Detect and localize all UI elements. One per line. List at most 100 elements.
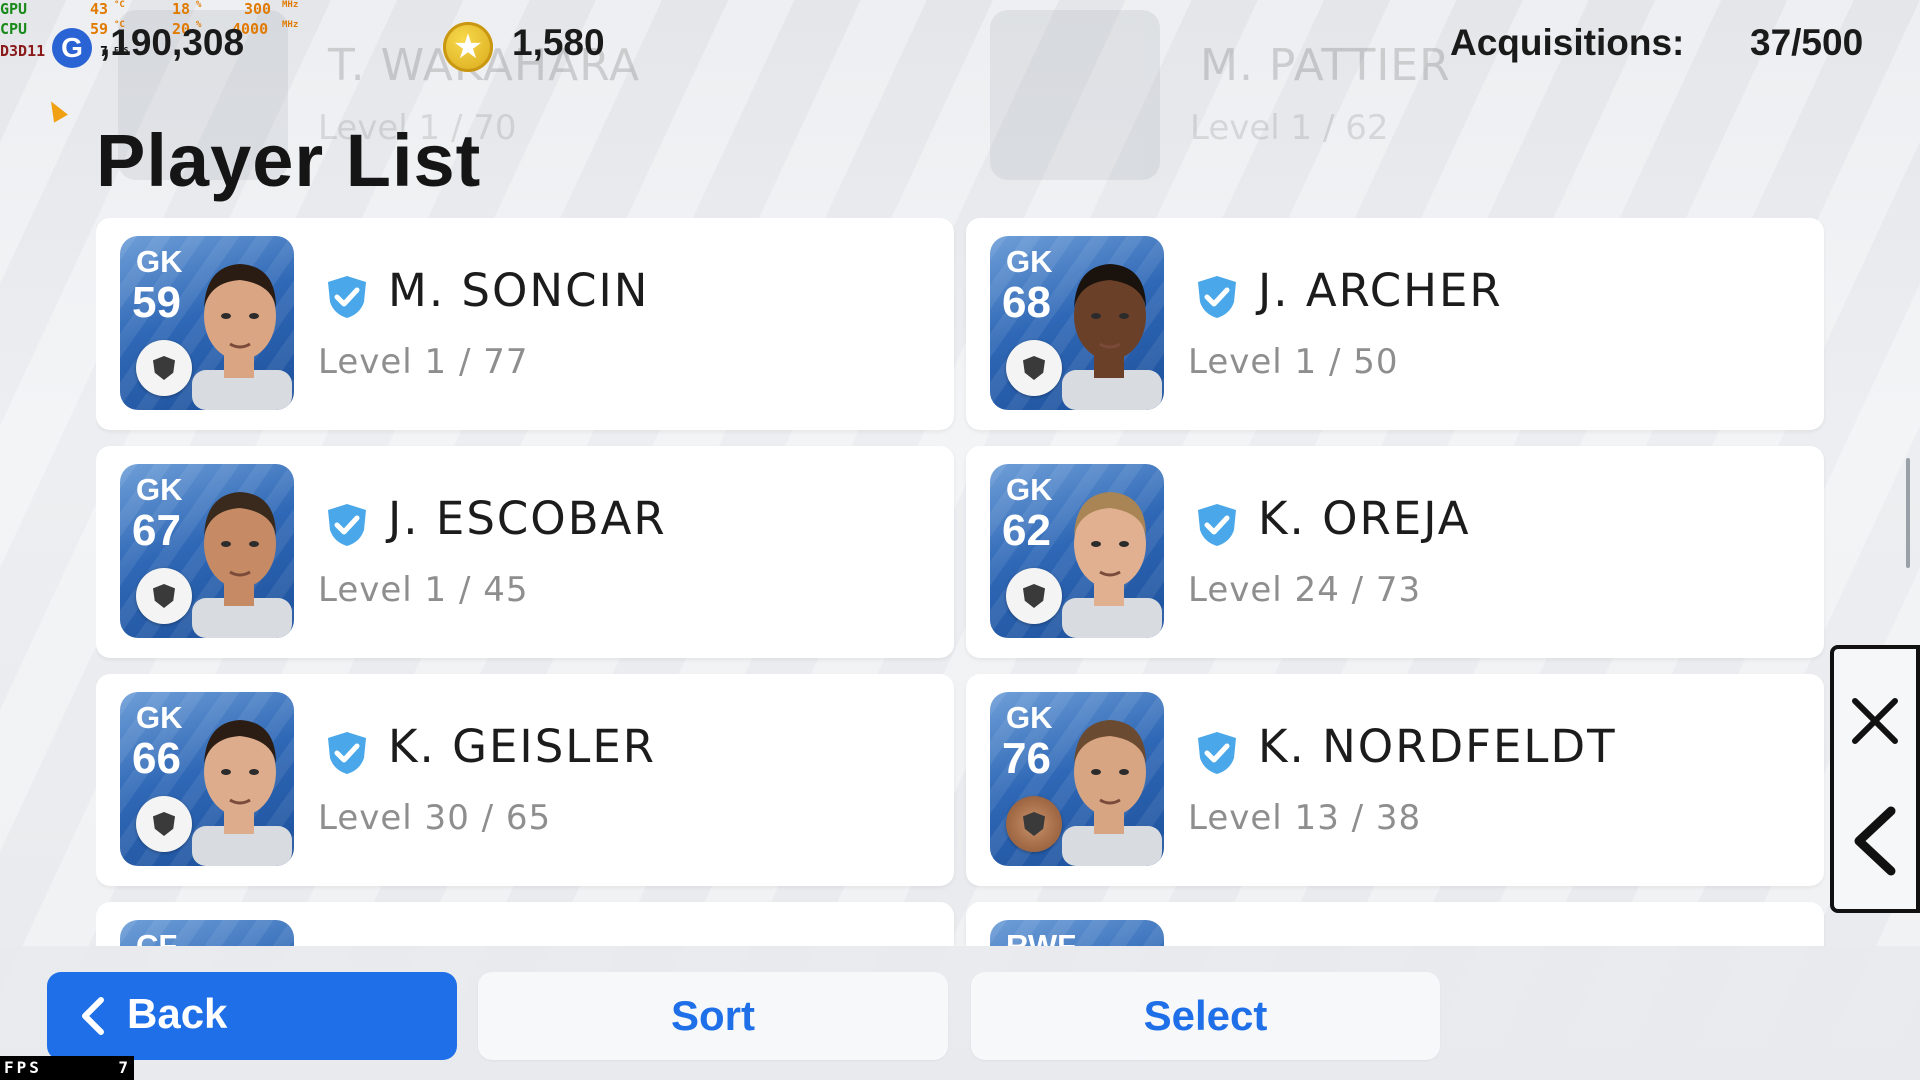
coin-balance: 1,580	[512, 22, 605, 63]
cpu-label: CPU	[0, 20, 28, 38]
gpu-label: GPU	[0, 0, 28, 18]
player-face-icon	[184, 934, 292, 946]
player-card[interactable]: CF R. JARVIS	[96, 902, 954, 946]
d3d-label: D3D11	[0, 42, 46, 60]
gpu-load-unit: %	[196, 0, 202, 10]
player-card[interactable]: GK 67 J. ESCOBAR Level 1 / 45	[96, 446, 954, 658]
sort-button[interactable]: Sort	[478, 972, 948, 1060]
gpu-clock-unit: MHz	[282, 0, 299, 10]
close-button[interactable]	[1834, 661, 1916, 781]
player-badge: GK 59	[120, 236, 294, 410]
fps-counter: FPS 7	[0, 1056, 134, 1080]
gpu-temp: 43	[90, 0, 109, 18]
verified-shield-icon	[1198, 276, 1236, 318]
ghost-player-name: M. PATTIER	[1200, 40, 1451, 91]
player-position: GK	[136, 472, 183, 507]
back-button[interactable]: Back	[47, 972, 457, 1060]
club-emblem-icon	[136, 568, 192, 624]
player-position: CF	[136, 928, 178, 946]
player-name: J. ESCOBAR	[388, 492, 667, 545]
player-badge: GK 62	[990, 464, 1164, 638]
verified-shield-icon	[328, 504, 366, 546]
player-rating: 59	[132, 278, 181, 327]
player-level: Level 1 / 50	[1188, 342, 1399, 382]
page-title: Player List	[96, 119, 482, 202]
select-button[interactable]: Select	[971, 972, 1440, 1060]
player-position: GK	[1006, 472, 1053, 507]
player-badge: GK 76	[990, 692, 1164, 866]
player-face-icon	[1062, 264, 1162, 410]
player-face-icon	[1062, 720, 1162, 866]
player-card[interactable]: GK 66 K. GEISLER Level 30 / 65	[96, 674, 954, 886]
player-rating: 66	[132, 734, 181, 783]
player-position: GK	[136, 244, 183, 279]
player-rating: 62	[1002, 506, 1051, 555]
star-coin-icon: ★	[443, 22, 493, 72]
cpu-clock-unit: MHz	[282, 20, 299, 30]
fps-value: 7	[118, 1058, 128, 1077]
player-position: GK	[1006, 700, 1053, 735]
verified-shield-icon	[1198, 732, 1236, 774]
player-badge: RWF	[990, 920, 1164, 946]
club-emblem-icon	[1006, 568, 1062, 624]
player-list[interactable]: GK 59 M. SONCIN Level 1 / 77 GK 68 J. AR…	[96, 218, 1826, 946]
player-name: K. GEISLER	[388, 720, 657, 773]
ghost-player-level: Level 1 / 62	[1190, 108, 1389, 148]
select-button-label: Select	[1143, 992, 1268, 1039]
player-face-icon	[1062, 492, 1162, 638]
chevron-left-icon	[82, 997, 104, 1035]
gp-icon: G	[52, 28, 92, 68]
gpu-clock: 300	[244, 0, 272, 18]
player-card[interactable]: GK 62 K. OREJA Level 24 / 73	[966, 446, 1824, 658]
club-emblem-icon	[1006, 340, 1062, 396]
player-name: J. ARCHER	[1258, 264, 1503, 317]
player-rating: 67	[132, 506, 181, 555]
player-face-icon	[192, 720, 292, 866]
close-icon	[1852, 698, 1898, 744]
scrollbar[interactable]	[1906, 458, 1910, 568]
verified-shield-icon	[1198, 504, 1236, 546]
player-level: Level 1 / 45	[318, 570, 529, 610]
player-level: Level 1 / 77	[318, 342, 529, 382]
player-card[interactable]: GK 59 M. SONCIN Level 1 / 77	[96, 218, 954, 430]
player-badge: GK 67	[120, 464, 294, 638]
player-name: K. OREJA	[1258, 492, 1471, 545]
chevron-left-icon	[1854, 806, 1896, 876]
club-emblem-icon	[136, 796, 192, 852]
player-level: Level 30 / 65	[318, 798, 552, 838]
player-card[interactable]: RWF T. HAZARD	[966, 902, 1824, 946]
club-emblem-icon	[1006, 796, 1062, 852]
player-rating: 68	[1002, 278, 1051, 327]
player-name: M. SONCIN	[388, 264, 650, 317]
player-card[interactable]: GK 76 K. NORDFELDT Level 13 / 38	[966, 674, 1824, 886]
ghost-badge	[990, 10, 1160, 180]
player-position: GK	[136, 700, 183, 735]
gpu-load: 18	[172, 0, 191, 18]
player-name: K. NORDFELDT	[1258, 720, 1617, 773]
mouse-cursor-icon	[44, 97, 68, 123]
player-badge: GK 68	[990, 236, 1164, 410]
player-rating: 76	[1002, 734, 1051, 783]
player-badge: GK 66	[120, 692, 294, 866]
verified-shield-icon	[328, 276, 366, 318]
acquisitions-value: 37/500	[1750, 22, 1864, 63]
ghost-player-card: M. PATTIER Level 1 / 62	[990, 0, 1850, 180]
fps-label: FPS	[4, 1058, 42, 1077]
verified-shield-icon	[328, 732, 366, 774]
player-badge: CF	[120, 920, 294, 946]
side-panel	[1830, 645, 1920, 913]
player-card[interactable]: GK 68 J. ARCHER Level 1 / 50	[966, 218, 1824, 430]
back-button-label: Back	[127, 990, 228, 1037]
acquisitions-label: Acquisitions:	[1450, 22, 1685, 63]
gp-balance: ,190,308	[100, 22, 245, 63]
gpu-temp-unit: °C	[114, 0, 125, 10]
sort-button-label: Sort	[671, 992, 755, 1039]
player-face-icon	[192, 492, 292, 638]
player-position: GK	[1006, 244, 1053, 279]
player-face-icon	[192, 264, 292, 410]
club-emblem-icon	[136, 340, 192, 396]
player-level: Level 24 / 73	[1188, 570, 1422, 610]
player-level: Level 13 / 38	[1188, 798, 1422, 838]
player-position: RWF	[1006, 928, 1077, 946]
collapse-button[interactable]	[1834, 781, 1916, 901]
